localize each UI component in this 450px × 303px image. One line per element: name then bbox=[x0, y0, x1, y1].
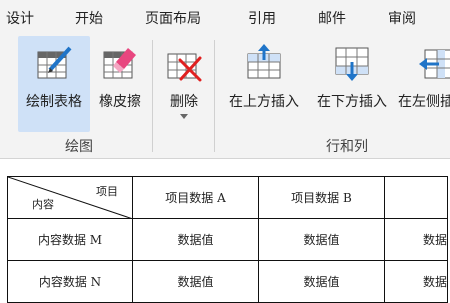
insert-below-button[interactable]: 在下方插入 bbox=[310, 36, 394, 132]
table-row: 内容数据 N 数据值 数据值 数据 bbox=[7, 260, 448, 303]
insert-above-label: 在上方插入 bbox=[229, 94, 299, 110]
table-cell[interactable]: 数据值 bbox=[132, 260, 259, 303]
insert-below-label: 在下方插入 bbox=[317, 94, 387, 110]
draw-table-label: 绘制表格 bbox=[26, 94, 82, 110]
ribbon-tab-bar: 设计 开始 页面布局 引用 邮件 审阅 bbox=[0, 0, 450, 34]
delete-button[interactable]: 删除 bbox=[158, 36, 210, 132]
ribbon-panel: 绘制表格 橡皮擦 绘图 删除 在上方插入 在下方插入 在左侧插 行和列 bbox=[0, 34, 450, 159]
corner-header-bottom: 内容 bbox=[32, 198, 54, 211]
tab-references[interactable]: 引用 bbox=[248, 8, 276, 28]
table-cell[interactable]: 数据值 bbox=[258, 260, 385, 303]
tab-review[interactable]: 审阅 bbox=[388, 8, 416, 28]
tab-mailings[interactable]: 邮件 bbox=[318, 8, 346, 28]
eraser-icon bbox=[103, 48, 136, 79]
data-table: 项目 内容 项目数据 A 项目数据 B 内容数据 M 数据值 数据值 数据 内容… bbox=[7, 176, 448, 303]
draw-table-icon bbox=[37, 46, 72, 79]
rows-cols-group-label: 行和列 bbox=[326, 139, 368, 155]
column-header[interactable]: 项目数据 A bbox=[132, 176, 259, 219]
row-header[interactable]: 内容数据 M bbox=[7, 218, 133, 261]
tab-design[interactable]: 设计 bbox=[6, 8, 34, 28]
delete-table-icon bbox=[167, 53, 202, 82]
tab-home[interactable]: 开始 bbox=[75, 8, 103, 28]
column-header[interactable] bbox=[384, 176, 448, 219]
table-cell[interactable]: 数据 bbox=[384, 260, 448, 303]
group-separator bbox=[214, 40, 215, 152]
table-cell[interactable]: 数据 bbox=[384, 218, 448, 261]
insert-above-button[interactable]: 在上方插入 bbox=[222, 36, 306, 132]
insert-left-label: 在左侧插 bbox=[398, 94, 450, 110]
delete-label: 删除 bbox=[170, 94, 198, 110]
insert-above-icon bbox=[247, 44, 281, 79]
group-separator bbox=[152, 40, 153, 152]
column-header[interactable]: 项目数据 B bbox=[258, 176, 385, 219]
insert-below-icon bbox=[335, 47, 369, 81]
draw-group-label: 绘图 bbox=[65, 139, 93, 155]
insert-left-icon bbox=[419, 49, 450, 79]
eraser-label: 橡皮擦 bbox=[99, 94, 141, 110]
table-header-row: 项目 内容 项目数据 A 项目数据 B bbox=[7, 176, 448, 219]
corner-header-cell[interactable]: 项目 内容 bbox=[7, 176, 133, 219]
tab-page-layout[interactable]: 页面布局 bbox=[145, 8, 201, 28]
chevron-down-icon bbox=[180, 114, 188, 119]
eraser-button[interactable]: 橡皮擦 bbox=[92, 36, 148, 132]
draw-table-button[interactable]: 绘制表格 bbox=[18, 36, 90, 132]
table-cell[interactable]: 数据值 bbox=[258, 218, 385, 261]
insert-left-button[interactable]: 在左侧插 bbox=[396, 36, 450, 132]
table-row: 内容数据 M 数据值 数据值 数据 bbox=[7, 218, 448, 261]
corner-header-top: 项目 bbox=[96, 185, 118, 198]
row-header[interactable]: 内容数据 N bbox=[7, 260, 133, 303]
document-area: 项目 内容 项目数据 A 项目数据 B 内容数据 M 数据值 数据值 数据 内容… bbox=[0, 159, 450, 303]
table-cell[interactable]: 数据值 bbox=[132, 218, 259, 261]
